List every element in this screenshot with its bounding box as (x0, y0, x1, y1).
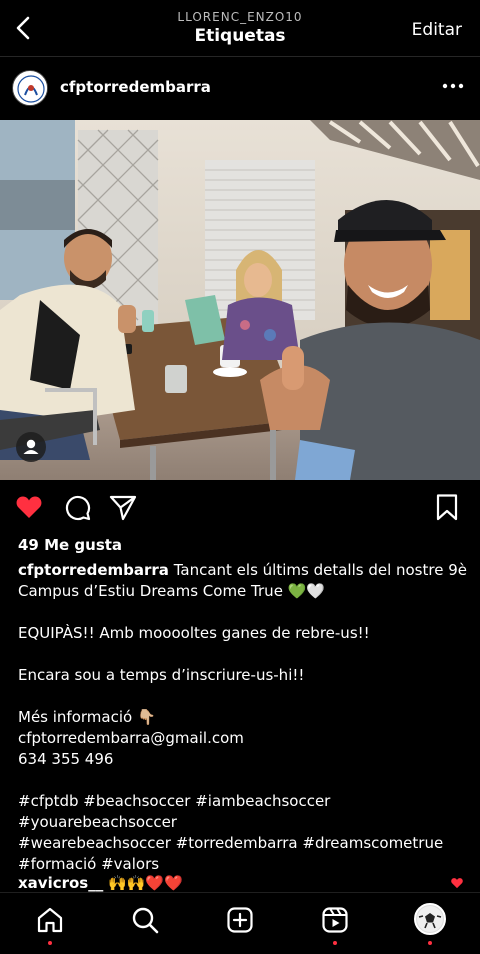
header-center: LLORENC_ENZO10 Etiquetas (0, 10, 480, 46)
caption-line: Més informació 👇🏼 (18, 708, 156, 726)
caption-gap (18, 644, 468, 665)
bookmark-icon[interactable] (432, 492, 462, 522)
post-header: cfptorredembarra (0, 60, 480, 118)
comment-like-icon[interactable] (450, 876, 464, 890)
avatar[interactable] (12, 70, 48, 106)
comment-icon[interactable] (62, 492, 92, 522)
caption-gap (18, 770, 468, 791)
header-divider (0, 56, 480, 57)
page-title: Etiquetas (194, 26, 286, 46)
reels-icon[interactable] (320, 905, 350, 935)
caption-line: EQUIPÀS!! Amb mooooltes ganes de rebre-u… (18, 624, 370, 642)
caption-line: cfptorredembarra Tancant els últims deta… (18, 560, 468, 581)
club-logo-icon (14, 72, 47, 105)
caption-gap (18, 686, 468, 707)
home-icon[interactable] (35, 905, 65, 935)
search-icon[interactable] (130, 905, 160, 935)
post-username[interactable]: cfptorredembarra (60, 78, 211, 96)
home-notification-dot (48, 941, 52, 945)
heart-filled-icon[interactable] (14, 492, 44, 522)
top-bar: LLORENC_ENZO10 Etiquetas Editar (0, 0, 480, 56)
caption-line: Encara sou a temps d’inscriure-us-hi!! (18, 666, 305, 684)
share-icon[interactable] (108, 492, 138, 522)
add-post-icon[interactable] (225, 905, 255, 935)
tagged-user-badge[interactable] (16, 432, 46, 462)
profile-avatar[interactable] (414, 903, 446, 935)
comment-preview[interactable]: xavicros__ 🙌🙌❤️❤️ (18, 874, 183, 892)
profile-notification-dot (428, 941, 432, 945)
post-caption: cfptorredembarra Tancant els últims deta… (18, 560, 468, 875)
post-actions (0, 490, 480, 526)
caption-line: Campus d’Estiu Dreams Come True 💚🤍 (18, 582, 326, 600)
caption-text: Tancant els últims detalls del nostre 9è (173, 561, 467, 579)
comment-text: 🙌🙌❤️❤️ (108, 874, 183, 892)
caption-hashtags[interactable]: #formació #valors (18, 854, 468, 875)
likes-count[interactable]: 49 Me gusta (18, 536, 122, 554)
more-horizontal-icon[interactable] (440, 76, 466, 96)
caption-gap (18, 602, 468, 623)
profile-ball-icon (417, 906, 443, 932)
edit-button[interactable]: Editar (412, 20, 462, 40)
caption-hashtags[interactable]: #youarebeachsoccer (18, 812, 468, 833)
cafe-photo-illustration (0, 120, 480, 480)
comment-username[interactable]: xavicros__ (18, 874, 103, 892)
bottom-nav (0, 892, 480, 954)
reels-notification-dot (333, 941, 337, 945)
caption-phone[interactable]: 634 355 496 (18, 749, 468, 770)
user-tag-icon (23, 439, 39, 454)
post-photo[interactable] (0, 120, 480, 480)
caption-hashtags[interactable]: #cfptdb #beachsoccer #iambeachsoccer (18, 791, 468, 812)
caption-email[interactable]: cfptorredembarra@gmail.com (18, 728, 468, 749)
header-username: LLORENC_ENZO10 (177, 10, 303, 24)
caption-username[interactable]: cfptorredembarra (18, 561, 169, 579)
caption-hashtags[interactable]: #wearebeachsoccer #torredembarra #dreams… (18, 833, 468, 854)
